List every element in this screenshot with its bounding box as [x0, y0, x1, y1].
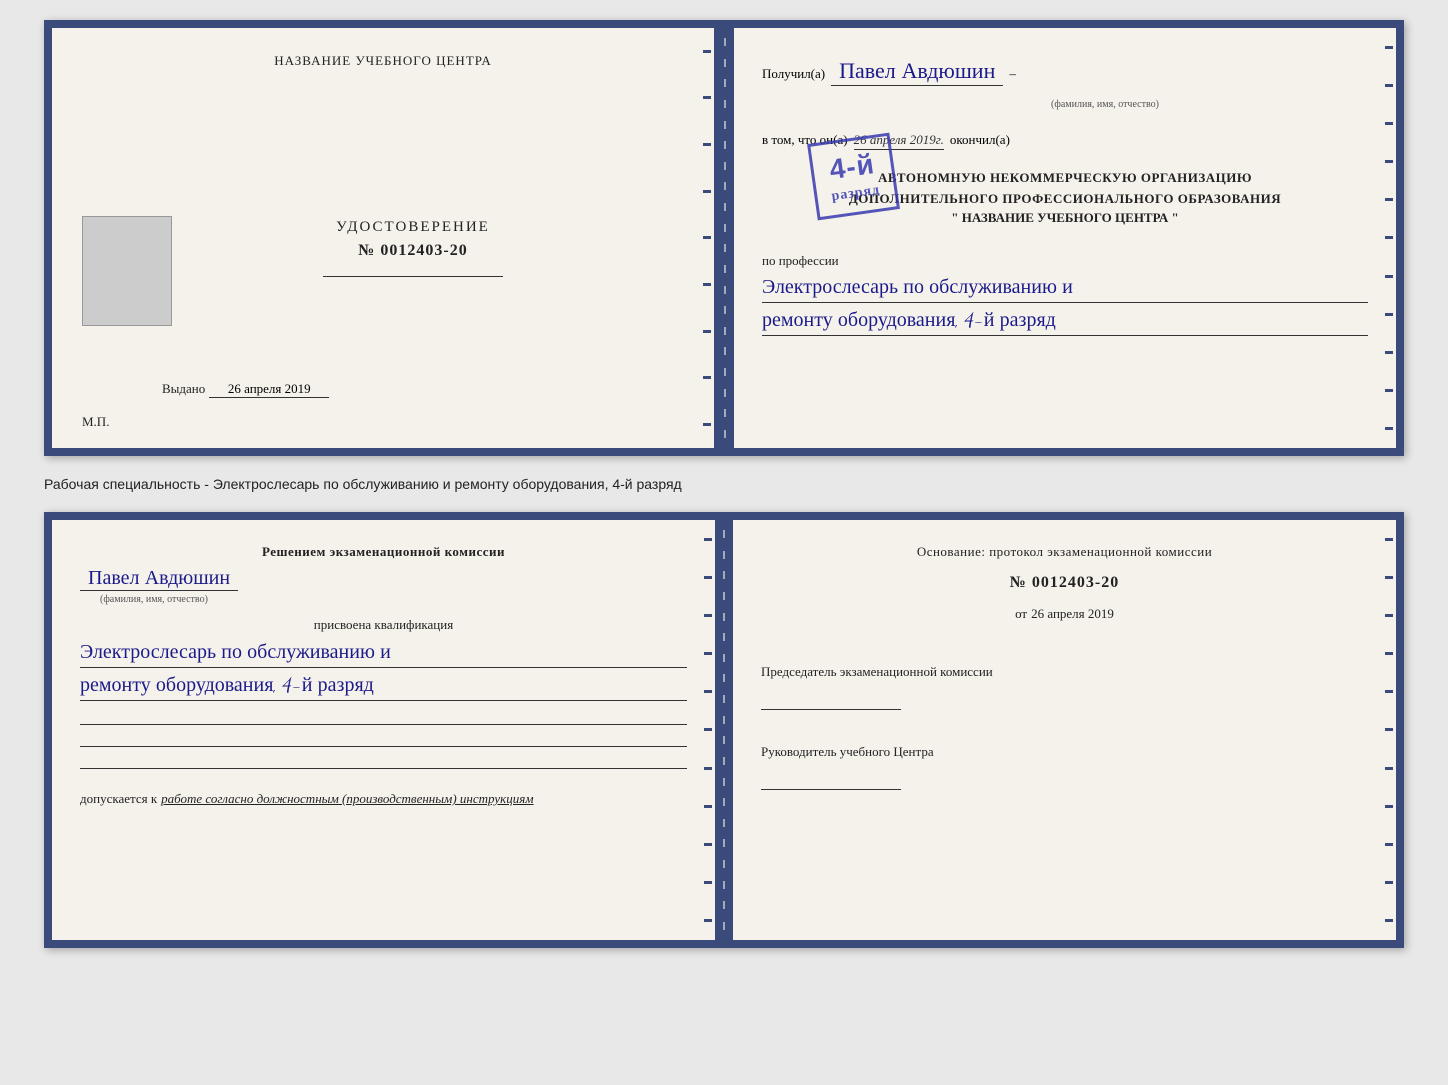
qualification-label: присвоена квалификация — [80, 617, 687, 633]
qual-line2: ремонту оборудования, 4-й разряд — [80, 670, 687, 701]
doc2-fio-label: (фамилия, имя, отчество) — [100, 594, 687, 605]
doc2-name: Павел Авдюшин — [80, 566, 238, 591]
fio-label-top: (фамилия, имя, отчество) — [842, 99, 1368, 110]
doc2-right-page: Основание: протокол экзаменационной коми… — [733, 520, 1396, 940]
stamp-overlay: 4-й разряд — [807, 133, 900, 220]
document-top: НАЗВАНИЕ УЧЕБНОГО ЦЕНТРА УДОСТОВЕРЕНИЕ №… — [44, 20, 1404, 456]
side-decoration-right-4 — [1382, 520, 1396, 940]
cert-number: № 0012403-20 — [323, 242, 503, 260]
cert-label: УДОСТОВЕРЕНИЕ — [323, 219, 503, 236]
received-prefix: Получил(а) — [762, 66, 825, 82]
chairman-label: Председатель экзаменационной комиссии — [761, 664, 1368, 680]
sig-line-3 — [80, 755, 687, 769]
director-block: Руководитель учебного Центра — [761, 744, 1368, 796]
commission-heading: Решением экзаменационной комиссии — [80, 544, 687, 560]
issued-date: 26 апреля 2019 — [209, 381, 329, 398]
doc2-left-page: Решением экзаменационной комиссии Павел … — [52, 520, 715, 940]
allowed-label: допускается к — [80, 791, 157, 807]
allowed-text: работе согласно должностным (производств… — [161, 791, 533, 807]
document-bottom: Решением экзаменационной комиссии Павел … — [44, 512, 1404, 948]
profession-line1: Электрослесарь по обслуживанию и — [762, 272, 1368, 303]
protocol-number: № 0012403-20 — [761, 574, 1368, 592]
director-label: Руководитель учебного Центра — [761, 744, 1368, 760]
spine-bottom — [715, 520, 733, 940]
recipient-name: Павел Авдюшин — [831, 58, 1003, 86]
doc1-right-page: Получил(а) Павел Авдюшин – (фамилия, имя… — [734, 28, 1396, 448]
doc1-left-page: НАЗВАНИЕ УЧЕБНОГО ЦЕНТРА УДОСТОВЕРЕНИЕ №… — [52, 28, 716, 448]
chairman-sig-line — [761, 696, 901, 710]
sig-line-1 — [80, 711, 687, 725]
side-decoration-right-2 — [1382, 28, 1396, 448]
profession-label: по профессии — [762, 253, 839, 268]
mp-label: М.П. — [82, 414, 109, 430]
director-sig-line — [761, 776, 901, 790]
basis-label: Основание: протокол экзаменационной коми… — [761, 544, 1368, 560]
issued-label: Выдано — [162, 381, 205, 397]
caption-text: Рабочая специальность - Электрослесарь п… — [44, 472, 1404, 496]
photo-placeholder — [82, 216, 172, 326]
spine-top — [716, 28, 734, 448]
date-value: 26 апреля 2019 — [1031, 606, 1114, 622]
qual-line1: Электрослесарь по обслуживанию и — [80, 637, 687, 668]
doc1-school-name: НАЗВАНИЕ УЧЕБНОГО ЦЕНТРА — [274, 53, 491, 68]
profession-line2: ремонту оборудования, 4-й разряд — [762, 305, 1368, 336]
finished: окончил(а) — [950, 132, 1010, 148]
sig-line-2 — [80, 733, 687, 747]
date-prefix: от — [1015, 606, 1027, 622]
side-decoration-right — [700, 28, 714, 448]
chairman-block: Председатель экзаменационной комиссии — [761, 664, 1368, 716]
side-decoration-right-3 — [701, 520, 715, 940]
